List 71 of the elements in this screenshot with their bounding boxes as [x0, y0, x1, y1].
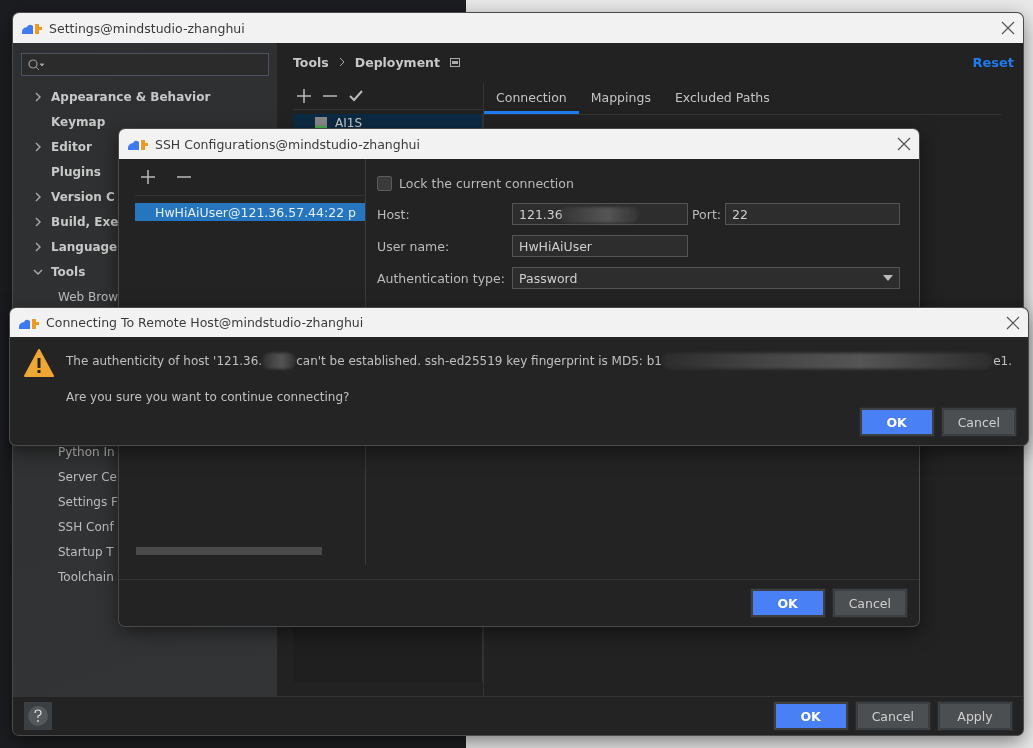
add-icon[interactable]: [141, 170, 155, 184]
check-icon[interactable]: [349, 89, 363, 103]
reset-link[interactable]: Reset: [972, 54, 1014, 70]
breadcrumb-item[interactable]: Deployment: [354, 54, 440, 70]
tree-item[interactable]: Web Brow: [58, 284, 119, 309]
scrollbar[interactable]: [136, 547, 322, 555]
host-field[interactable]: 121.36: [512, 203, 688, 225]
field-label: Authentication type:: [377, 270, 506, 286]
blurred-text: [262, 353, 297, 369]
tree-item[interactable]: Startup T: [58, 539, 114, 564]
window-title: SSH Configurations@mindstudio-zhanghui: [155, 136, 420, 152]
tree-item[interactable]: Toolchain: [58, 564, 114, 589]
app-logo-icon: [21, 21, 43, 35]
breadcrumb-item[interactable]: Tools: [293, 54, 329, 70]
ok-button[interactable]: OK: [750, 589, 825, 617]
dialog-button[interactable]: Cancel: [855, 702, 930, 730]
window-title: Connecting To Remote Host@mindstudio-zhanghui: [46, 315, 364, 330]
message-text: e1.: [993, 354, 1012, 368]
breadcrumb-separator-icon: [338, 57, 345, 67]
chevron-right-icon[interactable]: [33, 141, 43, 152]
app-logo-icon: [127, 137, 149, 151]
dialog-button[interactable]: Cancel: [941, 408, 1016, 436]
port-field[interactable]: 22: [725, 203, 900, 225]
tree-item[interactable]: Tools: [51, 264, 86, 279]
warning-icon: [24, 349, 54, 377]
add-icon[interactable]: [297, 89, 311, 103]
field-label: Host:: [377, 206, 411, 222]
field-label: Port:: [692, 206, 721, 222]
window-title: Settings@mindstudio-zhanghui: [49, 20, 245, 36]
help-icon: [27, 705, 49, 727]
chevron-right-icon[interactable]: [33, 91, 43, 102]
tree-item[interactable]: Keymap: [51, 114, 106, 129]
search-field[interactable]: [21, 53, 269, 76]
tree-item[interactable]: Settings F: [58, 489, 118, 514]
chevron-right-icon[interactable]: [33, 241, 43, 252]
chevron-right-icon[interactable]: [33, 216, 43, 227]
close-icon: [1001, 21, 1015, 35]
question-text: Are you sure you want to continue connecting?: [66, 390, 351, 404]
chevron-right-icon[interactable]: [33, 191, 43, 202]
tree-item[interactable]: Editor: [51, 139, 92, 154]
username-field[interactable]: HwHiAiUser: [512, 235, 688, 257]
ok-button[interactable]: OK: [773, 702, 848, 730]
help-button[interactable]: [24, 702, 52, 730]
tree-item[interactable]: SSH Conf: [58, 514, 114, 539]
tree-item[interactable]: Appearance & Behavior: [51, 89, 211, 104]
message-text: The authenticity of host '121.36.: [66, 354, 263, 368]
field-label: User name:: [377, 238, 451, 254]
tab[interactable]: Excluded Paths: [662, 83, 782, 114]
message-text: can't be established. ssh-ed25519 key fingerprint is MD5: b1: [296, 354, 662, 368]
close-icon: [897, 137, 911, 151]
server-icon: [313, 116, 329, 130]
tree-item[interactable]: Server Ce: [58, 464, 117, 489]
dialog-button[interactable]: Apply: [938, 702, 1012, 730]
ok-button[interactable]: OK: [859, 408, 934, 436]
checkbox-label: Lock the current connection: [399, 175, 574, 191]
close-button[interactable]: [999, 19, 1017, 37]
close-button[interactable]: [895, 135, 913, 153]
ssh-config-item[interactable]: HwHiAiUser@121.36.57.44:22 p: [135, 203, 365, 221]
tree-item[interactable]: Plugins: [51, 164, 101, 179]
window-icon[interactable]: [450, 57, 460, 67]
tree-item[interactable]: Language: [51, 239, 118, 254]
tree-item[interactable]: Version C: [51, 189, 115, 204]
dialog-button[interactable]: Cancel: [832, 589, 907, 617]
caret-icon: [883, 275, 893, 281]
checkbox[interactable]: [377, 175, 392, 191]
tree-item[interactable]: Build, Exe: [51, 214, 119, 229]
tab[interactable]: Connection: [484, 83, 579, 114]
search-icon: [28, 58, 44, 71]
auth-type-dropdown[interactable]: Password: [512, 267, 900, 289]
tab[interactable]: Mappings: [578, 83, 663, 114]
close-icon: [1006, 315, 1020, 330]
